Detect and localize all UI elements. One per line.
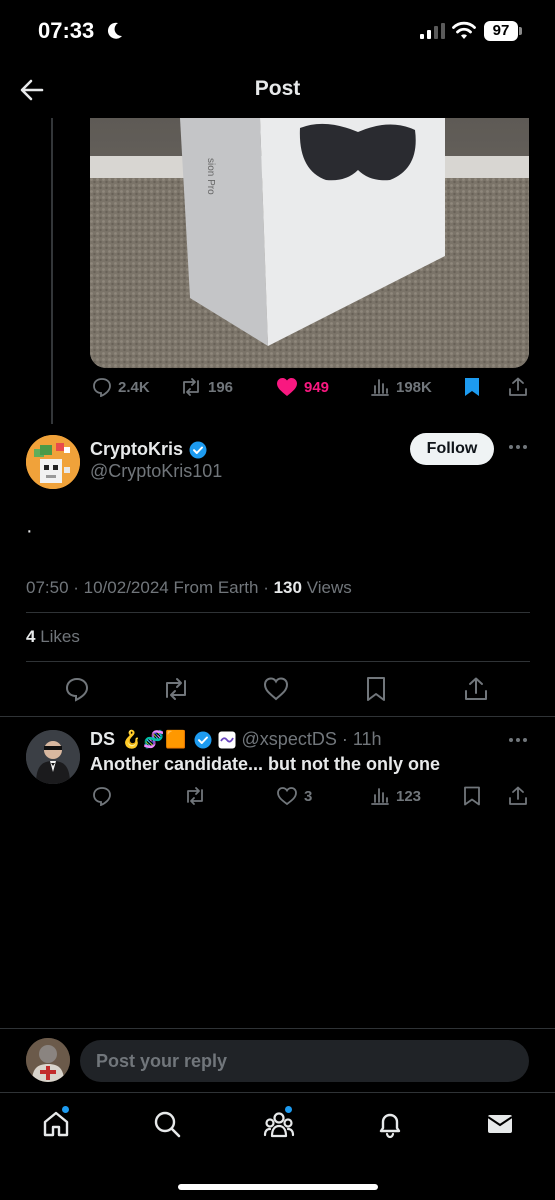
reply-author-avatar[interactable] (26, 730, 80, 784)
heart-outline-icon[interactable] (263, 676, 289, 702)
reply-views-count: 123 (396, 787, 422, 805)
affiliation-badge-icon (218, 731, 236, 749)
like-count: 949 (304, 378, 330, 396)
current-user-avatar[interactable] (26, 1038, 70, 1082)
reply-reply-action[interactable] (92, 786, 112, 806)
page-title: Post (254, 77, 301, 100)
bookmark-outline-icon[interactable] (364, 676, 388, 702)
reply-like-action[interactable]: 3 (276, 786, 312, 806)
post-metadata: 07:50 · 10/02/2024 From Earth · 130 View… (26, 578, 352, 598)
author-name[interactable]: CryptoKris (90, 439, 207, 460)
reply-share-action[interactable] (508, 786, 528, 806)
share-icon (508, 786, 528, 806)
divider (26, 661, 530, 662)
share-icon (508, 377, 528, 397)
views-chart-icon (370, 377, 390, 397)
repost-icon[interactable] (162, 676, 190, 702)
post-image[interactable]: sion Pro (90, 118, 529, 368)
reply-text: Another candidate... but not the only on… (90, 754, 440, 774)
reply-handle-time: @xspectDS · 11h (241, 729, 382, 749)
author-display-name: CryptoKris (90, 439, 184, 459)
verified-badge-icon (194, 731, 212, 749)
status-bar: 07:33 97 (0, 0, 555, 62)
reply-icon (92, 786, 112, 806)
reply-action[interactable]: 2.4K (92, 377, 150, 397)
divider (0, 716, 555, 717)
views-action[interactable]: 198K (370, 377, 432, 397)
post-timestamp-source: 07:50 · 10/02/2024 From Earth · (26, 578, 274, 597)
reply-repost-action[interactable] (184, 786, 206, 806)
battery-level: 97 (484, 21, 518, 41)
cellular-signal-icon (420, 23, 446, 39)
reply-input[interactable] (80, 1040, 529, 1082)
thread-connector-line (51, 118, 53, 424)
post-views-label: Views (301, 578, 352, 597)
notifications-icon[interactable] (375, 1109, 405, 1139)
repost-count: 196 (208, 378, 234, 396)
reply-views-action[interactable]: 123 (370, 786, 421, 806)
messages-icon[interactable] (485, 1109, 515, 1139)
wifi-icon (452, 20, 476, 40)
more-options-icon[interactable] (508, 444, 528, 450)
share-action[interactable] (508, 377, 528, 397)
repost-icon (184, 786, 206, 806)
reply-icon[interactable] (64, 676, 90, 702)
home-notification-dot (61, 1105, 70, 1114)
search-icon[interactable] (152, 1109, 182, 1139)
author-avatar[interactable] (26, 435, 80, 489)
communities-notification-dot (284, 1105, 293, 1114)
reply-header: DS 🪝🧬🟧 @xspectDS · 11h (90, 729, 382, 750)
reply-author-emoji: 🪝🧬🟧 (121, 729, 188, 749)
post-views-count: 130 (273, 578, 302, 597)
home-indicator (178, 1184, 378, 1190)
post-text: · (26, 520, 33, 542)
reply-like-count: 3 (304, 787, 313, 805)
views-chart-icon (370, 786, 390, 806)
bookmark-filled-icon (463, 377, 481, 397)
likes-label: Likes (35, 627, 80, 646)
share-icon[interactable] (463, 676, 489, 702)
divider (26, 612, 530, 613)
reply-bookmark-action[interactable] (463, 786, 481, 806)
reply-icon (92, 377, 112, 397)
battery-tip (519, 27, 522, 35)
heart-outline-icon (276, 786, 298, 806)
divider (0, 1028, 555, 1029)
status-time: 07:33 (38, 18, 95, 43)
follow-button[interactable]: Follow (410, 433, 494, 465)
likes-summary[interactable]: 4 Likes (26, 627, 80, 647)
like-action[interactable]: 949 (276, 377, 329, 397)
author-handle[interactable]: @CryptoKris101 (90, 461, 222, 482)
repost-action[interactable]: 196 (180, 377, 233, 397)
post-header: Post (0, 62, 555, 118)
reply-more-options-icon[interactable] (508, 737, 528, 743)
repost-icon (180, 377, 202, 397)
moon-icon (106, 21, 124, 41)
reply-author-name[interactable]: DS (90, 729, 115, 750)
verified-badge-icon (189, 441, 207, 459)
bookmark-action[interactable] (463, 377, 481, 397)
views-count: 198K (396, 378, 432, 396)
heart-filled-icon (276, 377, 298, 397)
reply-count: 2.4K (118, 378, 150, 396)
svg-text:sion Pro: sion Pro (205, 158, 216, 195)
bookmark-outline-icon (463, 786, 481, 806)
